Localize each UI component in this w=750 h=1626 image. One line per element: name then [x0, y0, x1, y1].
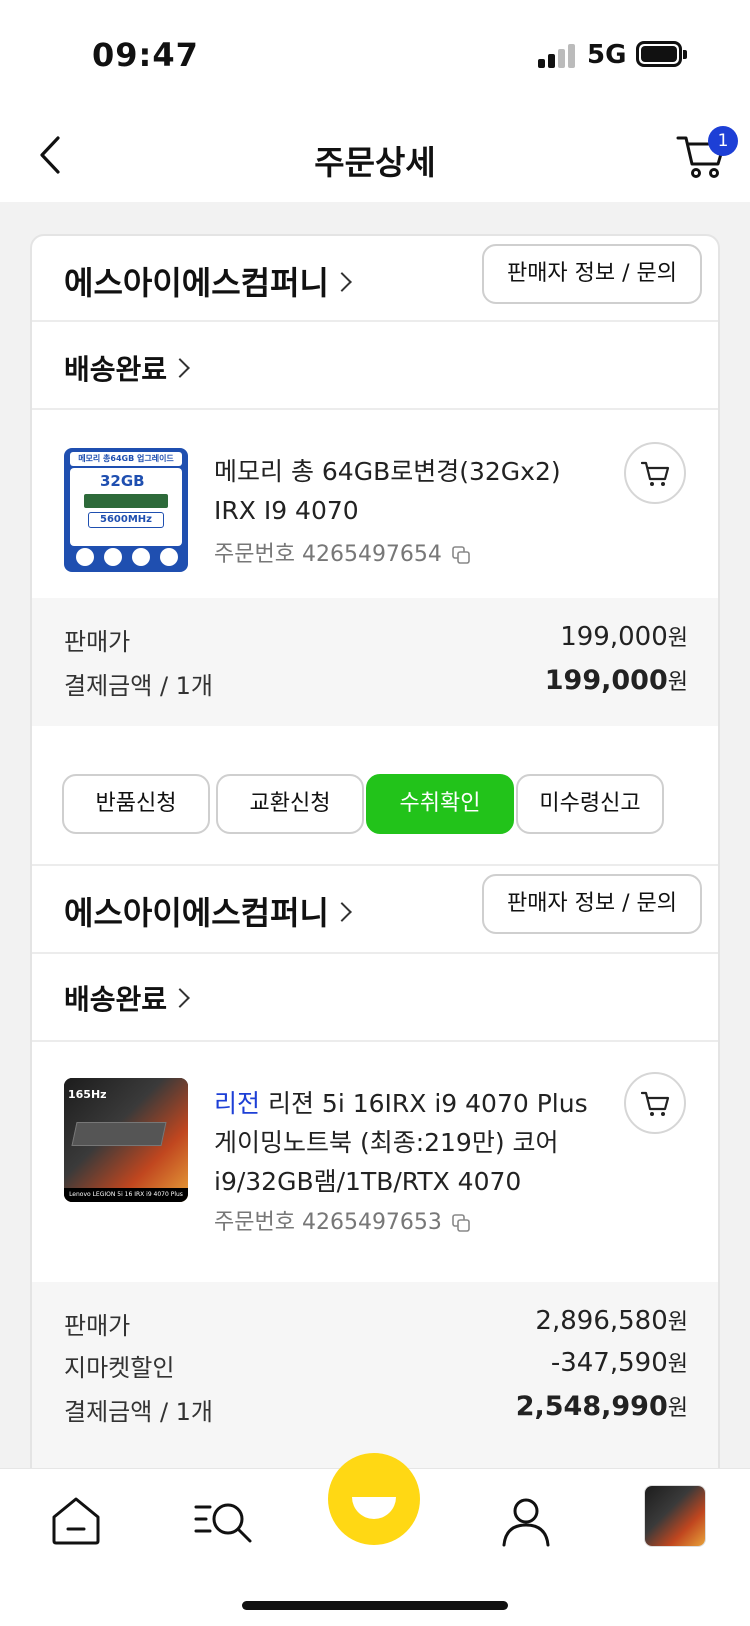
add-to-cart-button[interactable] [624, 442, 686, 504]
exchange-request-button[interactable]: 교환신청 [216, 774, 364, 834]
divider [32, 1040, 718, 1042]
status-bar: 09:47 5G [0, 0, 750, 110]
network-label: 5G [587, 40, 627, 70]
thumb-caption: Lenovo LEGION 5i 16 IRX i9 4070 Plus [64, 1188, 188, 1202]
smile-icon[interactable] [328, 1453, 420, 1545]
thumb-title: 메모리 총64GB 업그레이드 [70, 452, 182, 466]
my-page-button[interactable] [498, 1493, 554, 1549]
category-search-button[interactable] [194, 1493, 252, 1549]
non-receipt-report-button[interactable]: 미수령신고 [516, 774, 664, 834]
delivery-status: 배송완료 [64, 983, 168, 1016]
profile-icon [502, 1498, 550, 1547]
shop-name-link[interactable]: 에스아이에스컴퍼니 [64, 888, 352, 934]
battery-icon [636, 41, 687, 67]
order-detail-card: 에스아이에스컴퍼니 판매자 정보 / 문의 배송완료 메모리 총64GB 업그레… [30, 234, 720, 1534]
price-label: 판매가 [64, 628, 131, 656]
cart-icon [641, 1091, 670, 1116]
product-brand: 리전 [214, 1089, 261, 1118]
signal-icon [538, 44, 578, 68]
divider [32, 952, 718, 954]
order-number: 주문번호 4265497654 [214, 536, 470, 568]
payment-label: 결제금액 / 1개 [64, 672, 214, 700]
product-thumbnail[interactable]: 165Hz Lenovo LEGION 5i 16 IRX i9 4070 Pl… [64, 1078, 188, 1202]
seller-info-button[interactable]: 판매자 정보 / 문의 [482, 874, 702, 934]
thumb-speed: 5600MHz [88, 512, 164, 528]
price-summary: 판매가 199,000원 결제금액 / 1개 199,000원 [32, 598, 718, 726]
chevron-right-icon [170, 358, 190, 378]
chevron-right-icon [332, 272, 352, 292]
thumb-capacity: 32GB [100, 472, 145, 490]
payment-value: 2,548,990원 [515, 1391, 688, 1422]
chevron-right-icon [170, 988, 190, 1008]
payment-label: 결제금액 / 1개 [64, 1398, 214, 1426]
status-time: 09:47 [92, 36, 199, 74]
delivery-status-link[interactable]: 배송완료 [64, 978, 190, 1018]
copy-icon[interactable] [452, 1214, 470, 1232]
home-button[interactable] [48, 1493, 104, 1549]
discount-label: 지마켓할인 [64, 1354, 175, 1382]
order-number: 주문번호 4265497653 [214, 1204, 470, 1236]
confirm-receipt-button[interactable]: 수취확인 [366, 774, 514, 834]
cart-count-badge: 1 [708, 126, 738, 156]
thumb-badge: 165Hz [68, 1088, 107, 1101]
product-thumbnail[interactable]: 메모리 총64GB 업그레이드 32GB 5600MHz [64, 448, 188, 572]
delivery-status-link[interactable]: 배송완료 [64, 348, 190, 388]
chevron-right-icon [332, 902, 352, 922]
recent-product-thumbnail[interactable] [644, 1485, 706, 1547]
delivery-status: 배송완료 [64, 353, 168, 386]
category-search-icon [194, 1503, 252, 1543]
product-name[interactable]: 리전 리젼 5i 16IRX i9 4070 Plus 게이밍노트북 (최종:2… [214, 1084, 604, 1201]
home-indicator [242, 1601, 508, 1610]
price-label: 판매가 [64, 1312, 131, 1340]
page-header: 주문상세 1 [0, 110, 750, 202]
price-summary: 판매가 2,896,580원 지마켓할인 -347,590원 결제금액 / 1개… [32, 1282, 718, 1472]
divider [32, 320, 718, 322]
divider [32, 864, 718, 866]
cart-icon [641, 461, 670, 486]
price-value: 199,000원 [560, 622, 688, 652]
payment-value: 199,000원 [544, 665, 688, 696]
product-name[interactable]: 메모리 총 64GB로변경(32Gx2) IRX I9 4070 [214, 452, 604, 530]
shop-name-link[interactable]: 에스아이에스컴퍼니 [64, 258, 352, 304]
add-to-cart-button[interactable] [624, 1072, 686, 1134]
return-request-button[interactable]: 반품신청 [62, 774, 210, 834]
shop-name: 에스아이에스컴퍼니 [64, 894, 329, 932]
bottom-navigation [0, 1453, 750, 1626]
copy-icon[interactable] [452, 546, 470, 564]
price-value: 2,896,580원 [535, 1306, 688, 1336]
seller-info-button[interactable]: 판매자 정보 / 문의 [482, 244, 702, 304]
divider [32, 408, 718, 410]
shop-name: 에스아이에스컴퍼니 [64, 264, 329, 302]
home-icon [52, 1497, 100, 1545]
page-title: 주문상세 [314, 143, 436, 182]
discount-value: -347,590원 [550, 1348, 688, 1378]
ram-stick-image [84, 494, 168, 508]
